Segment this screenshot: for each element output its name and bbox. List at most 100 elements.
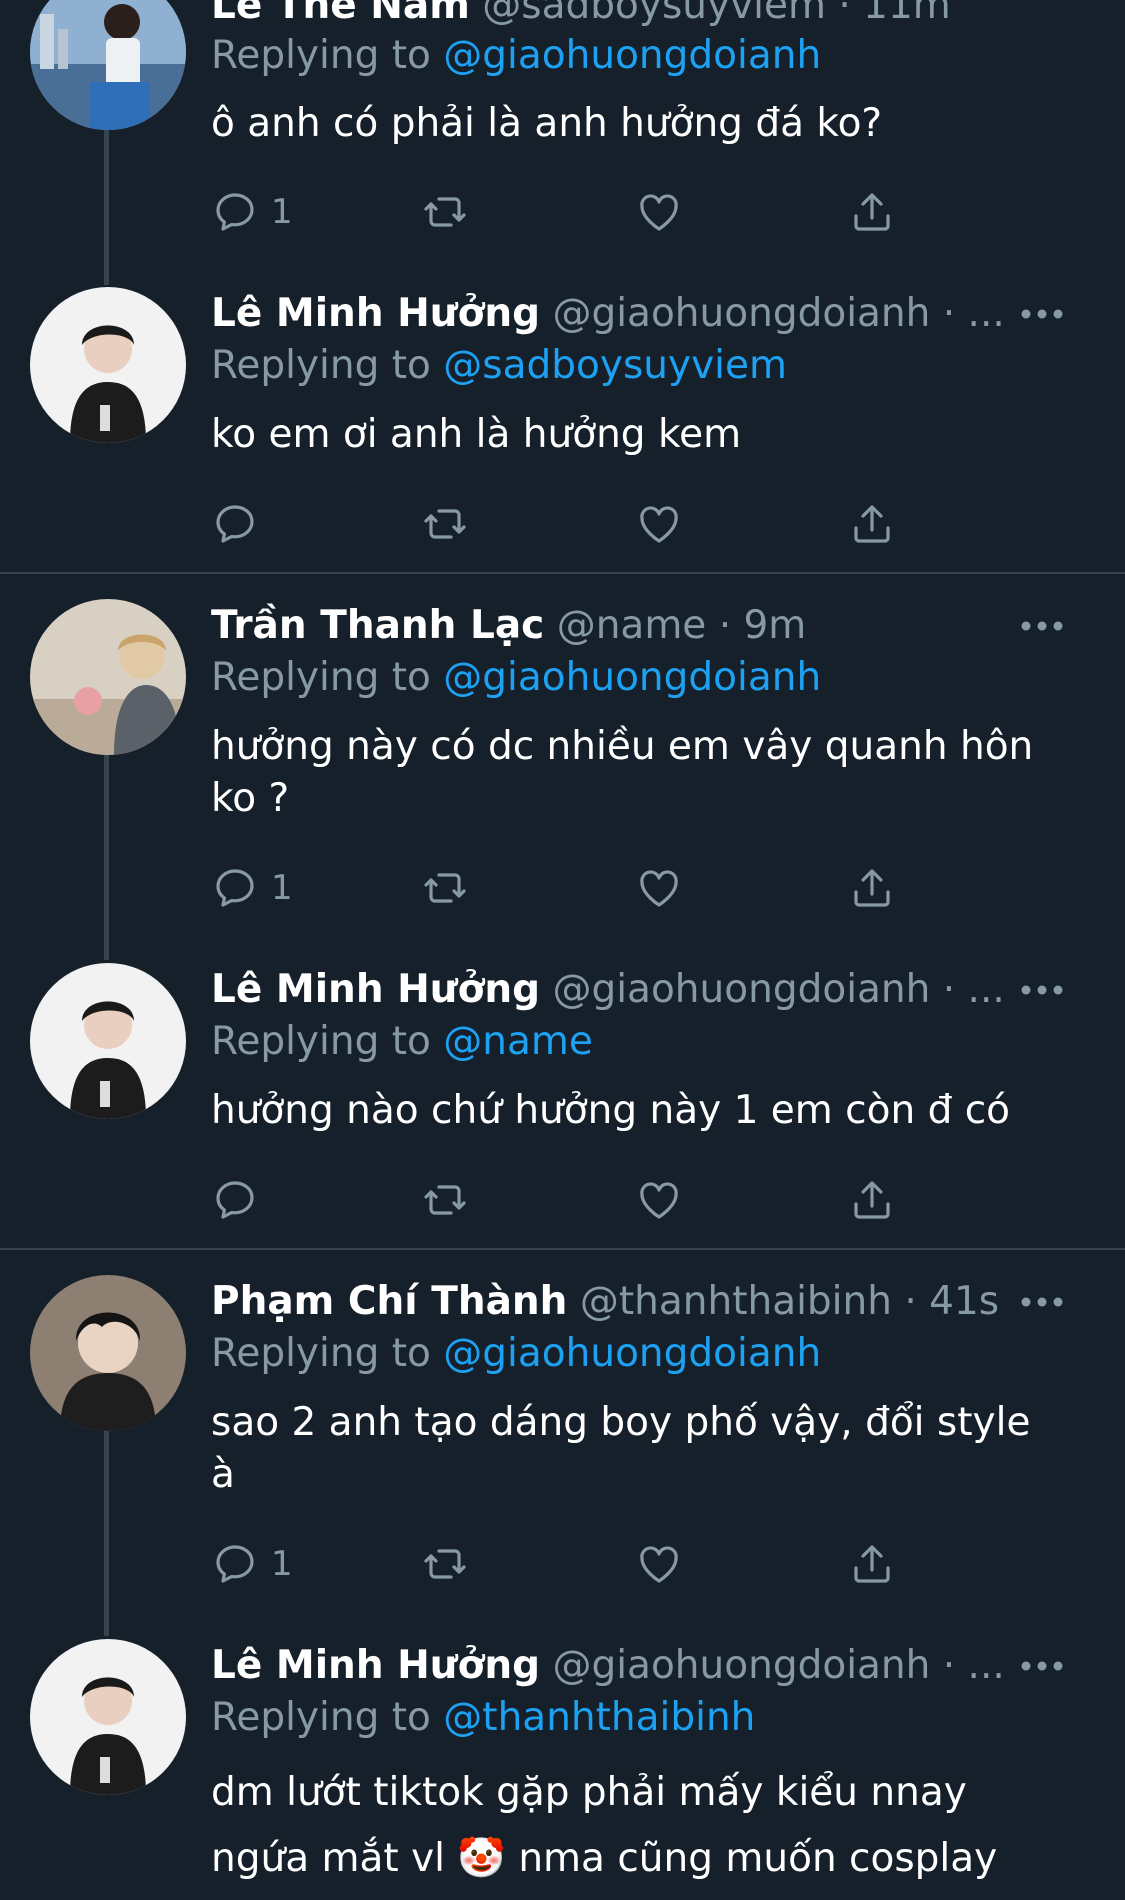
handle-time[interactable]: @name · 9m xyxy=(557,603,807,648)
retweet-button[interactable] xyxy=(421,858,469,918)
more-options-icon[interactable] xyxy=(1012,1648,1072,1688)
replying-to-line: Replying to @sadboysuyviem xyxy=(211,340,787,392)
tweet-actions: 1 xyxy=(211,182,911,242)
share-button[interactable] xyxy=(848,1170,896,1230)
mention-link[interactable]: @giaohuongdoianh xyxy=(443,33,821,78)
tweet-text: ko em ơi anh là hưởng kem xyxy=(211,412,742,457)
tweet-text: dm lướt tiktok gặp phải mấy kiểu nnay ng… xyxy=(211,1770,998,1881)
heart-icon xyxy=(640,1546,678,1583)
display-name[interactable]: Trần Thanh Lạc xyxy=(211,603,544,648)
retweet-icon xyxy=(424,197,466,227)
replying-to-line: Replying to @thanhthaibinh xyxy=(211,1692,755,1744)
display-name[interactable]: Lê Minh Hưởng xyxy=(211,291,540,336)
mention-link[interactable]: @giaohuongdoianh xyxy=(443,655,821,700)
tweet-header: Lê Minh Hưởng @giaohuongdoianh · ... xyxy=(211,964,1015,1016)
mention-link[interactable]: @name xyxy=(443,1019,593,1064)
tweet-text: hưởng nào chứ hưởng này 1 em còn đ có xyxy=(211,1088,1011,1133)
reply-icon xyxy=(216,1181,254,1219)
more-options-icon[interactable] xyxy=(1012,972,1072,1012)
replying-to-line: Replying to @giaohuongdoianh xyxy=(211,652,821,704)
reply-count: 1 xyxy=(271,192,293,232)
tweet-header: Lê Minh Hưởng @giaohuongdoianh · ... xyxy=(211,1640,1015,1692)
handle-time[interactable]: @giaohuongdoianh · ... xyxy=(552,967,1004,1012)
more-options-icon[interactable] xyxy=(1012,608,1072,648)
tweet-header: Lê Minh Hưởng @giaohuongdoianh · ... xyxy=(211,288,1015,340)
reply-button[interactable]: 1 xyxy=(211,1534,293,1594)
mention-link[interactable]: @thanhthaibinh xyxy=(443,1695,755,1740)
reply-button[interactable] xyxy=(211,494,271,554)
replying-to-label: Replying to xyxy=(211,33,431,78)
share-button[interactable] xyxy=(848,858,896,918)
share-icon xyxy=(854,193,890,231)
display-name[interactable]: Phạm Chí Thành xyxy=(211,1279,567,1324)
mention-link[interactable]: @giaohuongdoianh xyxy=(443,1331,821,1376)
more-options-icon[interactable] xyxy=(1012,1284,1072,1324)
handle-time[interactable]: @thanhthaibinh · 41s xyxy=(580,1279,999,1324)
display-name[interactable]: Lê Minh Hưởng xyxy=(211,1643,540,1688)
reply-count: 1 xyxy=(271,1544,293,1584)
handle-time[interactable]: @sadboysuyviem · 11m xyxy=(482,0,951,28)
share-icon xyxy=(854,869,890,907)
share-button[interactable] xyxy=(848,494,896,554)
share-icon xyxy=(854,1545,890,1583)
share-icon xyxy=(854,1181,890,1219)
like-button[interactable] xyxy=(635,182,683,242)
thread-connector xyxy=(104,755,109,960)
reply-count: 1 xyxy=(271,868,293,908)
avatar[interactable] xyxy=(30,0,186,130)
reply-button[interactable] xyxy=(211,1170,271,1230)
replying-to-line: Replying to @giaohuongdoianh xyxy=(211,1328,821,1380)
reply-icon xyxy=(216,505,254,543)
handle-time[interactable]: @giaohuongdoianh · ... xyxy=(552,291,1004,336)
share-button[interactable] xyxy=(848,182,896,242)
replying-to-label: Replying to xyxy=(211,1331,431,1376)
retweet-icon xyxy=(424,509,466,539)
avatar[interactable] xyxy=(30,1275,186,1431)
like-button[interactable] xyxy=(635,1534,683,1594)
tweet-header: Phạm Chí Thành @thanhthaibinh · 41s xyxy=(211,1276,1015,1328)
display-name[interactable]: Lê Thế Nam xyxy=(211,0,470,28)
thread-divider xyxy=(0,572,1125,574)
thread-divider xyxy=(0,1248,1125,1250)
reply-icon xyxy=(216,1545,254,1583)
tweet-actions: 1 xyxy=(211,1534,911,1594)
thread-connector xyxy=(104,130,109,285)
more-options-icon[interactable] xyxy=(1012,296,1072,336)
heart-icon xyxy=(640,506,678,543)
replying-to-line: Replying to @giaohuongdoianh xyxy=(211,30,821,82)
tweet-actions xyxy=(211,494,911,554)
reply-button[interactable]: 1 xyxy=(211,182,293,242)
retweet-button[interactable] xyxy=(421,182,469,242)
display-name[interactable]: Lê Minh Hưởng xyxy=(211,967,540,1012)
handle-time[interactable]: @giaohuongdoianh · ... xyxy=(552,1643,1004,1688)
retweet-icon xyxy=(424,1185,466,1215)
avatar[interactable] xyxy=(30,1639,186,1795)
reply-button[interactable]: 1 xyxy=(211,858,293,918)
reply-icon xyxy=(216,193,254,231)
retweet-button[interactable] xyxy=(421,494,469,554)
mention-link[interactable]: @sadboysuyviem xyxy=(443,343,787,388)
like-button[interactable] xyxy=(635,1170,683,1230)
tweet-actions xyxy=(211,1170,911,1230)
tweet-text: sao 2 anh tạo dáng boy phố vậy, đổi styl… xyxy=(211,1400,1031,1497)
retweet-button[interactable] xyxy=(421,1534,469,1594)
avatar[interactable] xyxy=(30,287,186,443)
avatar[interactable] xyxy=(30,599,186,755)
like-button[interactable] xyxy=(635,494,683,554)
thread-connector xyxy=(104,1431,109,1636)
replying-to-label: Replying to xyxy=(211,1695,431,1740)
avatar[interactable] xyxy=(30,963,186,1119)
like-button[interactable] xyxy=(635,858,683,918)
retweet-icon xyxy=(424,873,466,903)
heart-icon xyxy=(640,194,678,231)
replying-to-label: Replying to xyxy=(211,1019,431,1064)
heart-icon xyxy=(640,1182,678,1219)
more-options-icon[interactable] xyxy=(1012,0,1072,20)
share-button[interactable] xyxy=(848,1534,896,1594)
tweet-header: Trần Thanh Lạc @name · 9m xyxy=(211,600,1015,652)
retweet-icon xyxy=(424,1549,466,1579)
replying-to-line: Replying to @name xyxy=(211,1016,593,1068)
reply-icon xyxy=(216,869,254,907)
retweet-button[interactable] xyxy=(421,1170,469,1230)
replying-to-label: Replying to xyxy=(211,655,431,700)
